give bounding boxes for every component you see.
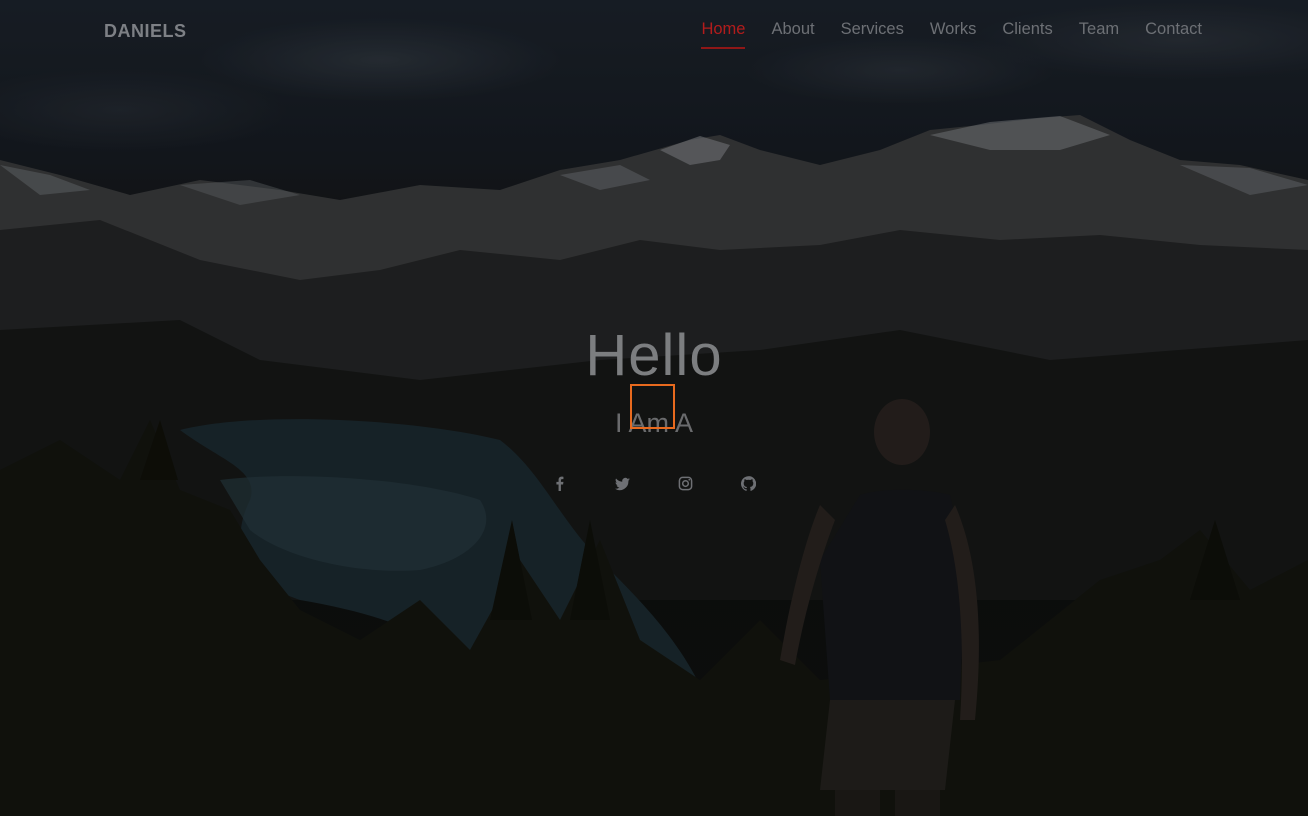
social-links <box>0 468 1308 498</box>
hero-heading: Hello <box>585 323 723 388</box>
nav-links: Home About Services Works Clients Team C… <box>675 20 1202 49</box>
github-link[interactable] <box>731 468 767 498</box>
twitter-icon <box>615 477 630 490</box>
nav-link-clients[interactable]: Clients <box>1002 20 1052 39</box>
hero-section: DANIELS Home About Services Works Client… <box>0 0 1308 816</box>
nav-link-team[interactable]: Team <box>1079 20 1119 39</box>
nav-link-works[interactable]: Works <box>930 20 976 39</box>
facebook-icon <box>556 476 564 491</box>
brand-logo[interactable]: DANIELS <box>104 21 187 42</box>
cursor-highlight-box <box>630 384 675 429</box>
nav-link-about[interactable]: About <box>771 20 814 39</box>
nav-link-contact[interactable]: Contact <box>1145 20 1202 39</box>
facebook-link[interactable] <box>542 468 578 498</box>
nav-link-home[interactable]: Home <box>701 20 746 49</box>
github-icon <box>741 475 756 491</box>
instagram-link[interactable] <box>668 468 704 498</box>
twitter-link[interactable] <box>605 468 641 498</box>
nav-link-services[interactable]: Services <box>841 20 904 39</box>
top-navbar: DANIELS Home About Services Works Client… <box>0 0 1308 62</box>
instagram-icon <box>678 476 693 490</box>
